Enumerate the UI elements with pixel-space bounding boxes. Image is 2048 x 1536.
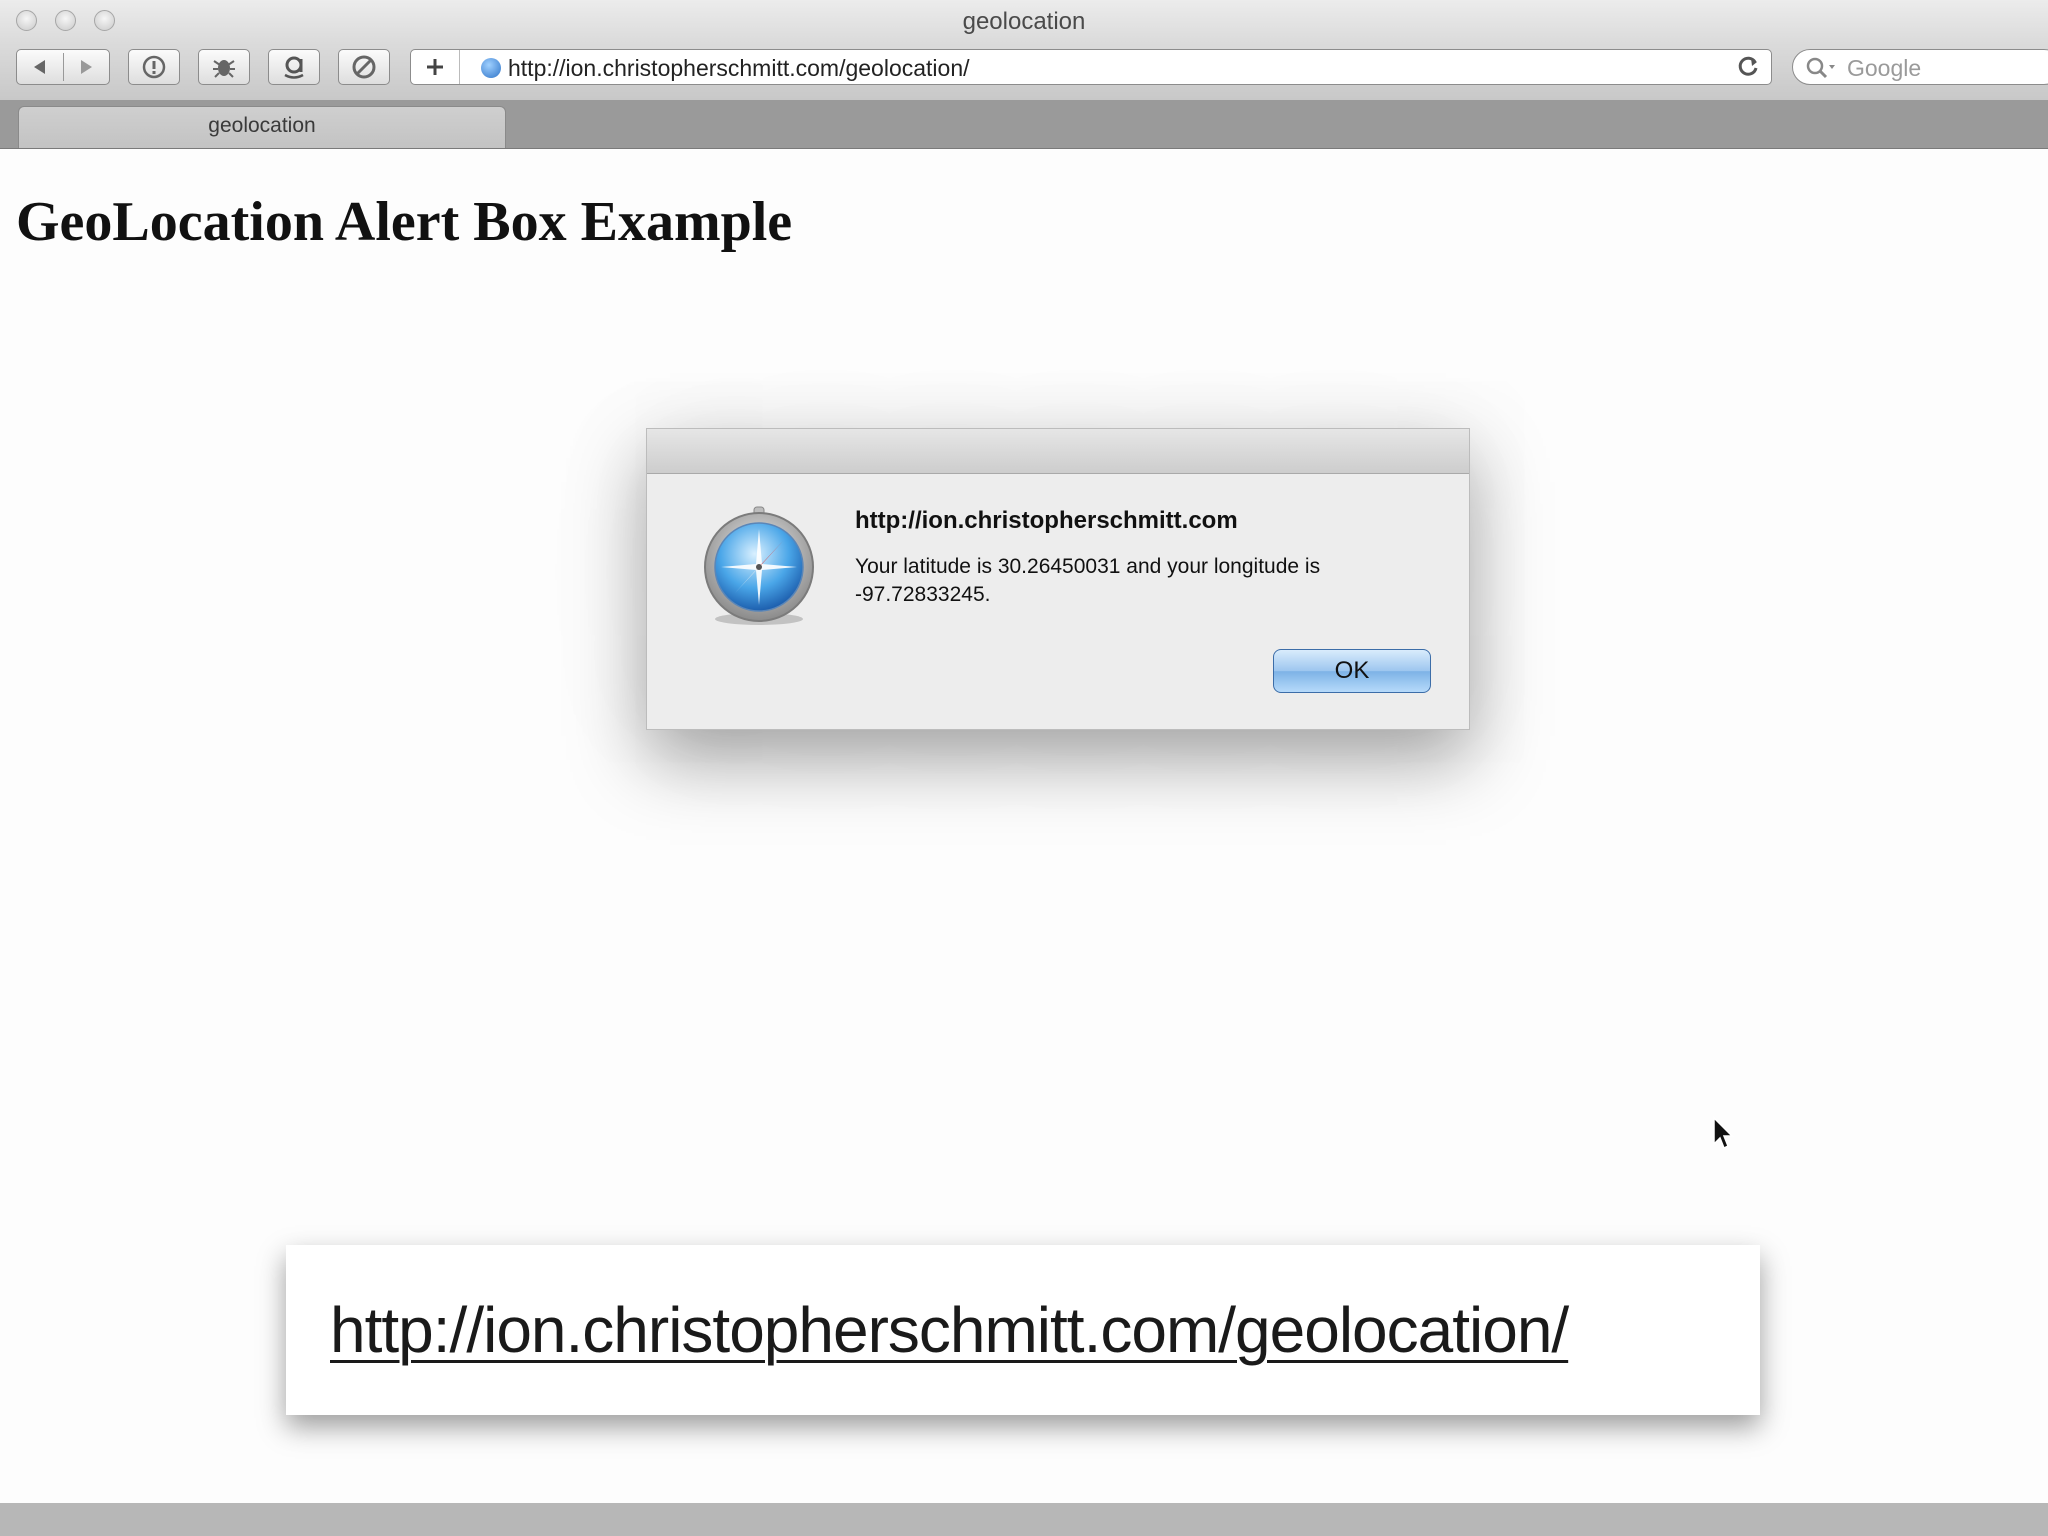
title-bar: geolocation <box>0 0 2048 40</box>
forward-arrow-icon <box>81 60 92 74</box>
toolbar: http://ion.christopherschmitt.com/geoloc… <box>0 40 2048 100</box>
bottom-status-bar <box>0 1503 2048 1536</box>
reload-icon <box>1738 56 1758 76</box>
block-extension-button[interactable] <box>338 49 390 85</box>
search-placeholder: Google <box>1847 55 1922 81</box>
caption-url-link[interactable]: http://ion.christopherschmitt.com/geoloc… <box>330 1293 1569 1367</box>
tab-bar: geolocation <box>0 100 2048 149</box>
address-url: http://ion.christopherschmitt.com/geoloc… <box>508 55 970 81</box>
amazon-a-icon <box>284 56 304 79</box>
back-forward-buttons <box>16 49 110 85</box>
back-arrow-icon <box>34 60 45 74</box>
window-title: geolocation <box>962 8 1086 35</box>
tab-geolocation[interactable]: geolocation <box>18 106 506 148</box>
mouse-cursor-icon <box>1713 1116 1734 1150</box>
search-field[interactable]: Google <box>1792 49 2048 85</box>
bug-extension-button[interactable] <box>198 49 250 85</box>
alert-title: http://ion.christopherschmitt.com <box>855 507 1238 534</box>
reader-button[interactable] <box>128 49 180 85</box>
alert-dialog: http://ion.christopherschmitt.com Your l… <box>646 428 1470 730</box>
address-bar[interactable]: http://ion.christopherschmitt.com/geoloc… <box>410 49 1772 85</box>
amazon-extension-button[interactable] <box>268 49 320 85</box>
exclamation-circle-icon <box>142 55 166 79</box>
blocked-icon <box>352 55 376 79</box>
forward-button[interactable] <box>63 58 109 76</box>
globe-icon <box>481 58 501 78</box>
safari-compass-icon <box>704 506 814 625</box>
bug-icon <box>213 60 235 78</box>
plus-icon <box>427 59 443 75</box>
add-bookmark-button[interactable] <box>411 50 460 84</box>
page-heading: GeoLocation Alert Box Example <box>16 191 793 253</box>
back-button[interactable] <box>17 58 63 76</box>
alert-title-bar <box>647 429 1469 474</box>
ok-button[interactable]: OK <box>1273 649 1431 693</box>
reload-button[interactable] <box>1735 54 1761 85</box>
url-caption-box: http://ion.christopherschmitt.com/geoloc… <box>286 1245 1760 1415</box>
alert-message: Your latitude is 30.26450031 and your lo… <box>855 555 1321 606</box>
search-icon <box>1806 57 1835 79</box>
